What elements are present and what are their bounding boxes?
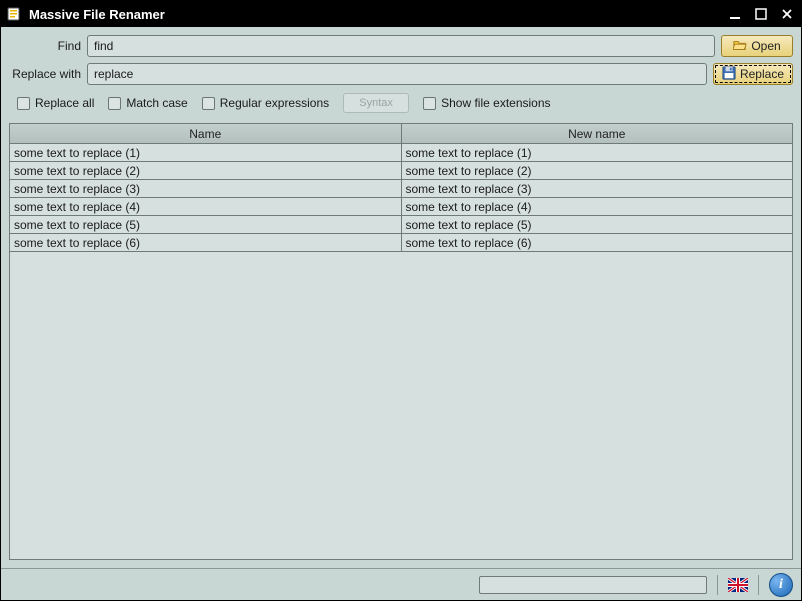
match-case-label: Match case xyxy=(126,96,187,110)
window-controls xyxy=(727,6,795,22)
regex-checkbox[interactable]: Regular expressions xyxy=(202,96,329,110)
replace-button-label: Replace xyxy=(740,67,784,81)
col-name[interactable]: Name xyxy=(10,124,402,143)
cell-newname: some text to replace (1) xyxy=(402,144,793,161)
show-ext-checkbox[interactable]: Show file extensions xyxy=(423,96,550,110)
table-body: some text to replace (1)some text to rep… xyxy=(10,144,792,559)
save-icon xyxy=(722,66,736,83)
cell-name: some text to replace (5) xyxy=(10,216,402,233)
show-ext-label: Show file extensions xyxy=(441,96,550,110)
match-case-checkbox[interactable]: Match case xyxy=(108,96,187,110)
app-window: Massive File Renamer Find xyxy=(0,0,802,601)
checkbox-icon xyxy=(17,97,30,110)
replace-all-checkbox[interactable]: Replace all xyxy=(17,96,94,110)
cell-name: some text to replace (2) xyxy=(10,162,402,179)
titlebar: Massive File Renamer xyxy=(1,1,801,27)
cell-newname: some text to replace (4) xyxy=(402,198,793,215)
replace-button[interactable]: Replace xyxy=(713,63,793,85)
cell-newname: some text to replace (5) xyxy=(402,216,793,233)
window-title: Massive File Renamer xyxy=(29,7,165,22)
cell-newname: some text to replace (3) xyxy=(402,180,793,197)
cell-newname: some text to replace (6) xyxy=(402,234,793,251)
syntax-button: Syntax xyxy=(343,93,409,113)
find-row: Find Open xyxy=(9,35,793,57)
flag-uk-icon[interactable] xyxy=(728,578,748,592)
cell-newname: some text to replace (2) xyxy=(402,162,793,179)
files-table: Name New name some text to replace (1)so… xyxy=(9,123,793,560)
replace-row: Replace with Replace xyxy=(9,63,793,85)
cell-name: some text to replace (3) xyxy=(10,180,402,197)
replace-label: Replace with xyxy=(9,67,81,81)
regex-label: Regular expressions xyxy=(220,96,329,110)
statusbar: i xyxy=(1,568,801,600)
open-button[interactable]: Open xyxy=(721,35,793,57)
table-row[interactable]: some text to replace (5)some text to rep… xyxy=(10,216,792,234)
app-icon xyxy=(7,6,23,22)
about-button[interactable]: i xyxy=(769,573,793,597)
progress-bar xyxy=(479,576,707,594)
table-row[interactable]: some text to replace (2)some text to rep… xyxy=(10,162,792,180)
checkbox-icon xyxy=(423,97,436,110)
cell-name: some text to replace (6) xyxy=(10,234,402,251)
separator xyxy=(758,575,759,595)
cell-name: some text to replace (1) xyxy=(10,144,402,161)
table-row[interactable]: some text to replace (6)some text to rep… xyxy=(10,234,792,252)
separator xyxy=(717,575,718,595)
table-header: Name New name xyxy=(10,124,792,144)
main-content: Find Open Replace with xyxy=(1,27,801,568)
table-row[interactable]: some text to replace (3)some text to rep… xyxy=(10,180,792,198)
maximize-button[interactable] xyxy=(753,6,769,22)
replace-input[interactable] xyxy=(87,63,707,85)
find-input[interactable] xyxy=(87,35,715,57)
minimize-button[interactable] xyxy=(727,6,743,22)
close-button[interactable] xyxy=(779,6,795,22)
checkbox-icon xyxy=(108,97,121,110)
folder-open-icon xyxy=(733,38,747,55)
table-row[interactable]: some text to replace (1)some text to rep… xyxy=(10,144,792,162)
open-button-label: Open xyxy=(751,39,780,53)
checkbox-icon xyxy=(202,97,215,110)
col-newname[interactable]: New name xyxy=(402,124,793,143)
options-row: Replace all Match case Regular expressio… xyxy=(9,91,793,117)
table-row[interactable]: some text to replace (4)some text to rep… xyxy=(10,198,792,216)
find-label: Find xyxy=(9,39,81,53)
cell-name: some text to replace (4) xyxy=(10,198,402,215)
replace-all-label: Replace all xyxy=(35,96,94,110)
